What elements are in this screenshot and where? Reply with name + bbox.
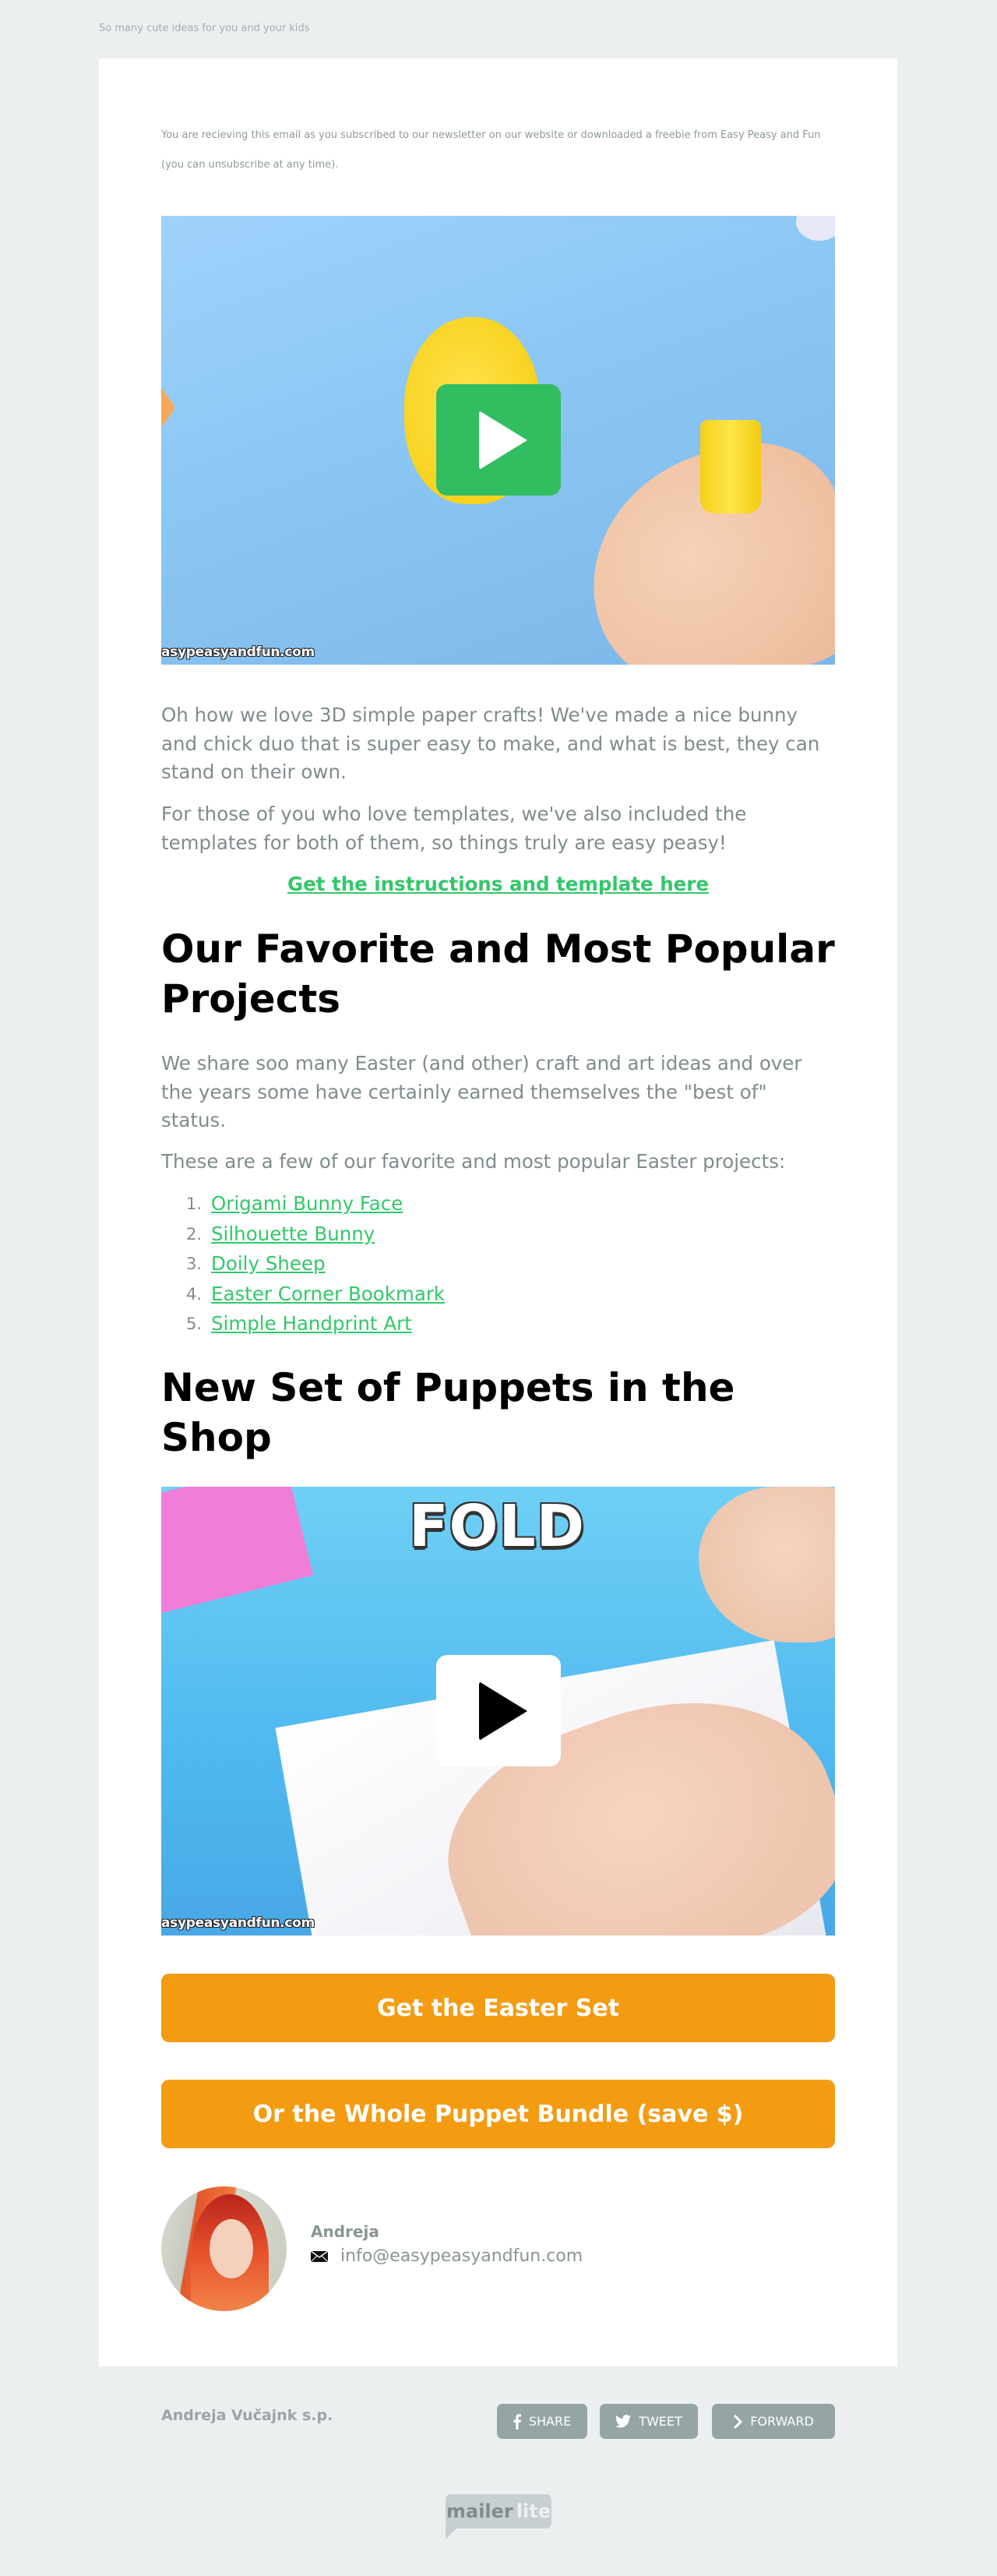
favorites-paragraph-1: We share soo many Easter (and other) cra… — [161, 1052, 802, 1131]
project-link-origami-bunny-face[interactable]: Origami Bunny Face — [211, 1189, 403, 1219]
mailerlite-logo[interactable]: mailer lite — [446, 2494, 551, 2539]
intro-paragraph-2: For those of you who love templates, we'… — [161, 803, 747, 854]
author-name: Andreja — [311, 2222, 379, 2241]
instructions-link[interactable]: Get the instructions and template here — [287, 873, 709, 895]
tweet-label: TWEET — [639, 2414, 682, 2429]
author-signature: Andreja info@easypeasyandfun.com — [161, 2186, 835, 2311]
video-caption: FOLD — [409, 1493, 586, 1560]
list-item: 4. Easter Corner Bookmark — [161, 1279, 835, 1310]
avatar — [161, 2186, 287, 2311]
list-item: 1. Origami Bunny Face — [161, 1189, 835, 1219]
logo-text-mailer: mailer — [446, 2500, 513, 2522]
share-label: SHARE — [528, 2414, 572, 2429]
play-icon — [479, 1681, 527, 1741]
puppet-bundle-button[interactable]: Or the Whole Puppet Bundle (save $) — [161, 2080, 835, 2148]
hand-image — [559, 418, 835, 665]
list-number: 4. — [185, 1284, 202, 1304]
list-number: 2. — [185, 1224, 202, 1244]
chevron-right-icon — [734, 2414, 743, 2429]
author-email-row: info@easypeasyandfun.com — [311, 2246, 583, 2266]
get-easter-set-button[interactable]: Get the Easter Set — [161, 1974, 835, 2042]
forward-label: FORWARD — [750, 2414, 814, 2429]
envelope-icon — [311, 2250, 328, 2262]
favorites-list: 1. Origami Bunny Face 2. Silhouette Bunny … — [161, 1189, 835, 1339]
subscription-notice: You are recieving this email as you subs… — [161, 129, 821, 171]
hand-image-top — [699, 1487, 835, 1643]
facebook-icon — [513, 2413, 521, 2430]
footer-company-name: Andreja Vučajnk s.p. — [161, 2407, 333, 2424]
play-icon — [479, 410, 527, 470]
list-number: 3. — [185, 1254, 202, 1273]
avatar-face — [210, 2219, 253, 2278]
hero-video-thumbnail[interactable]: asypeasyandfun.com — [161, 216, 835, 665]
puppets-heading: New Set of Puppets in the Shop — [161, 1365, 735, 1460]
play-button[interactable] — [436, 1655, 561, 1766]
project-link-silhouette-bunny[interactable]: Silhouette Bunny — [211, 1219, 375, 1250]
list-number: 5. — [185, 1314, 202, 1333]
project-link-easter-corner-bookmark[interactable]: Easter Corner Bookmark — [211, 1279, 445, 1310]
decoration-orange-shape — [161, 387, 175, 428]
hero-watermark: asypeasyandfun.com — [161, 644, 315, 660]
author-email-link[interactable]: info@easypeasyandfun.com — [340, 2246, 583, 2266]
instructions-link-wrap: Get the instructions and template here — [161, 870, 835, 898]
list-item: 2. Silhouette Bunny — [161, 1219, 835, 1250]
pink-puppet-image — [161, 1487, 314, 1613]
puppets-video-thumbnail[interactable]: FOLD asypeasyandfun.com — [161, 1487, 835, 1936]
paper-roll — [700, 420, 761, 513]
play-button[interactable] — [436, 384, 561, 496]
preheader-text: So many cute ideas for you and your kids — [99, 23, 310, 34]
forward-button[interactable]: FORWARD — [712, 2404, 835, 2439]
project-link-simple-handprint-art[interactable]: Simple Handprint Art — [211, 1309, 412, 1339]
list-item: 3. Doily Sheep — [161, 1249, 835, 1279]
favorites-heading: Our Favorite and Most Popular Projects — [161, 926, 835, 1022]
share-button[interactable]: SHARE — [497, 2404, 587, 2439]
tweet-button[interactable]: TWEET — [600, 2404, 698, 2439]
list-item: 5. Simple Handprint Art — [161, 1309, 835, 1339]
email-card: You are recieving this email as you subs… — [99, 58, 897, 2366]
intro-paragraph-1: Oh how we love 3D simple paper crafts! W… — [161, 704, 820, 783]
list-number: 1. — [185, 1194, 202, 1213]
project-link-doily-sheep[interactable]: Doily Sheep — [211, 1249, 326, 1279]
twitter-icon — [615, 2415, 632, 2428]
favorites-paragraph-2: These are a few of our favorite and most… — [161, 1150, 786, 1173]
logo-text-lite: lite — [516, 2500, 551, 2522]
video-watermark: asypeasyandfun.com — [161, 1915, 315, 1931]
decoration-ball — [796, 216, 835, 241]
